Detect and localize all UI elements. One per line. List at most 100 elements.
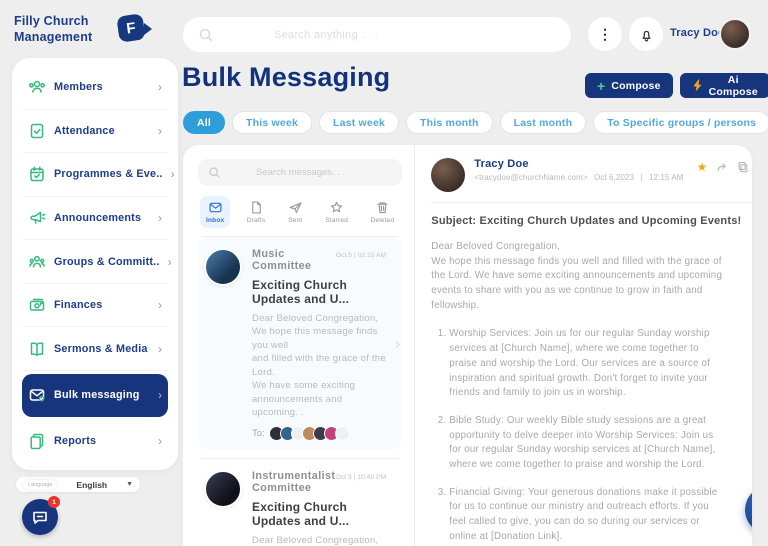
chevron-right-icon: › [158,123,162,138]
detail-sender-name: Tracy Doe [474,158,529,170]
page-actions: + Compose Ai Compose [585,73,768,98]
copy-icon[interactable] [737,161,749,173]
detail-header: Tracy Doe <tracydoe@churchName.com> Oct … [431,158,752,192]
tab-sent[interactable]: Sent [282,196,309,228]
book-icon [28,340,46,358]
sidebar-item-attendance[interactable]: Attendance › [22,110,168,154]
message-item-music-committee[interactable]: Music Committee Oct 5 | 02:15 AM Excitin… [198,237,403,451]
members-icon [28,78,46,96]
message-list: Inbox Drafts Sent Starred Deleted [183,145,416,546]
caret-down-icon: ▼ [126,481,133,488]
sidebar-item-announcements[interactable]: Announcements › [22,197,168,241]
message-preview: Dear Beloved Congregation, We hope this … [252,313,386,418]
message-date: Oct 3 | 10:49 PM [335,474,387,482]
megaphone-icon [28,209,46,227]
chevron-right-icon: › [158,388,162,403]
chevron-right-icon: › [158,80,162,95]
filter-specific-groups[interactable]: To Specific groups / persons [593,111,768,134]
logo-play-icon [144,23,152,36]
bell-icon [642,30,650,42]
chevron-right-icon: › [158,210,162,225]
sidebar-item-members[interactable]: Members › [22,66,168,110]
message-date: Oct 5 | 02:15 AM [335,252,387,259]
language-selector[interactable]: Language English ▼ [16,477,140,492]
plus-icon: + [597,77,606,94]
star-icon [331,201,343,213]
message-detail: Tracy Doe <tracydoe@churchName.com> Oct … [415,145,752,546]
sidebar-item-label: Groups & Committ.. [54,255,160,268]
chat-fab[interactable]: 1 [22,496,60,535]
filter-this-week[interactable]: This week [232,111,313,134]
message-preview: Dear Beloved Congregation, We hope this … [252,535,379,546]
message-sender: Instrumentalist Committee [252,470,336,495]
message-subject: Exciting Church Updates and U... [252,278,350,306]
tab-starred[interactable]: Starred [319,196,354,228]
chat-bubble-icon [33,511,47,524]
sidebar-item-groups[interactable]: Groups & Committ.. › [22,240,172,284]
groups-icon [28,253,46,271]
message-search-input[interactable] [221,167,403,178]
detail-date: Oct 6,2023 [593,173,635,182]
sidebar-item-reports[interactable]: Reports › [22,420,168,463]
filter-pills: All This week Last week This month Last … [183,111,768,134]
star-icon[interactable]: ★ [697,161,708,173]
finances-icon [28,296,46,314]
language-tag: Language [23,479,58,490]
app-root: Filly Church Management F Members › Atte… [0,0,768,546]
filter-last-week[interactable]: Last week [319,111,400,134]
forward-icon[interactable] [716,161,728,173]
search-icon [198,27,214,43]
chevron-right-icon: › [167,254,172,269]
sent-icon [289,202,302,214]
detail-sender-avatar [431,158,466,192]
filter-this-month[interactable]: This month [406,111,493,134]
logo-f-icon: F [116,13,146,43]
recipient-avatar [334,426,350,442]
send-button[interactable] [745,486,752,534]
sidebar-item-label: Announcements [54,211,142,224]
tab-deleted[interactable]: Deleted [364,196,400,228]
sidebar-item-finances[interactable]: Finances › [22,284,168,328]
ai-compose-label: Ai Compose [708,73,758,98]
email-list: Worship Services: Join us for our regula… [435,327,724,544]
drafts-icon [251,201,261,214]
page-title: Bulk Messaging [182,62,391,92]
chevron-right-icon: › [395,335,401,353]
message-item-instrumentalist-committee[interactable]: Instrumentalist Committee Oct 3 | 10:49 … [198,459,402,546]
search-input[interactable] [214,28,571,41]
more-options-button[interactable]: ⋮ [588,17,622,51]
mailbox-tabs: Inbox Drafts Sent Starred Deleted [198,196,402,228]
compose-button[interactable]: + Compose [585,73,673,98]
trash-icon [377,202,388,214]
sidebar-item-label: Finances [54,299,103,312]
chevron-right-icon: › [158,341,162,356]
compose-label: Compose [611,79,661,92]
filter-last-month[interactable]: Last month [499,111,587,134]
brand-logo-icon: F [116,13,154,45]
lightning-icon [692,79,703,92]
filter-all[interactable]: All [183,111,226,134]
chevron-right-icon: › [170,167,175,182]
language-value: English [76,479,108,490]
email-subject: Subject: Exciting Church Updates and Upc… [431,215,742,227]
brand-name: Filly Church Management [14,14,93,45]
attendance-icon [28,122,46,140]
global-search [183,17,571,52]
sidebar-item-programmes[interactable]: Programmes & Eve.. › [22,153,175,197]
tab-inbox[interactable]: Inbox [200,196,231,228]
ai-compose-button[interactable]: Ai Compose [679,73,768,98]
detail-meta: <tracydoe@churchName.com> Oct 6,2023 | 1… [474,173,687,182]
notifications-button[interactable] [629,17,663,51]
email-list-item: Financial Giving: Your generous donation… [449,486,724,545]
brand: Filly Church Management F [14,13,174,46]
sidebar-item-label: Sermons & Media [54,342,148,355]
user-avatar[interactable] [719,18,751,50]
tab-drafts[interactable]: Drafts [241,196,272,228]
sidebar-item-sermons[interactable]: Sermons & Media › [22,327,168,371]
sender-avatar [204,248,242,286]
sidebar-item-label: Attendance [54,124,115,137]
chevron-right-icon: › [158,298,162,313]
inbox-icon [209,202,222,213]
sidebar-item-bulk-messaging[interactable]: Bulk messaging › [22,373,168,417]
user-name: Tracy Doe [670,27,725,39]
